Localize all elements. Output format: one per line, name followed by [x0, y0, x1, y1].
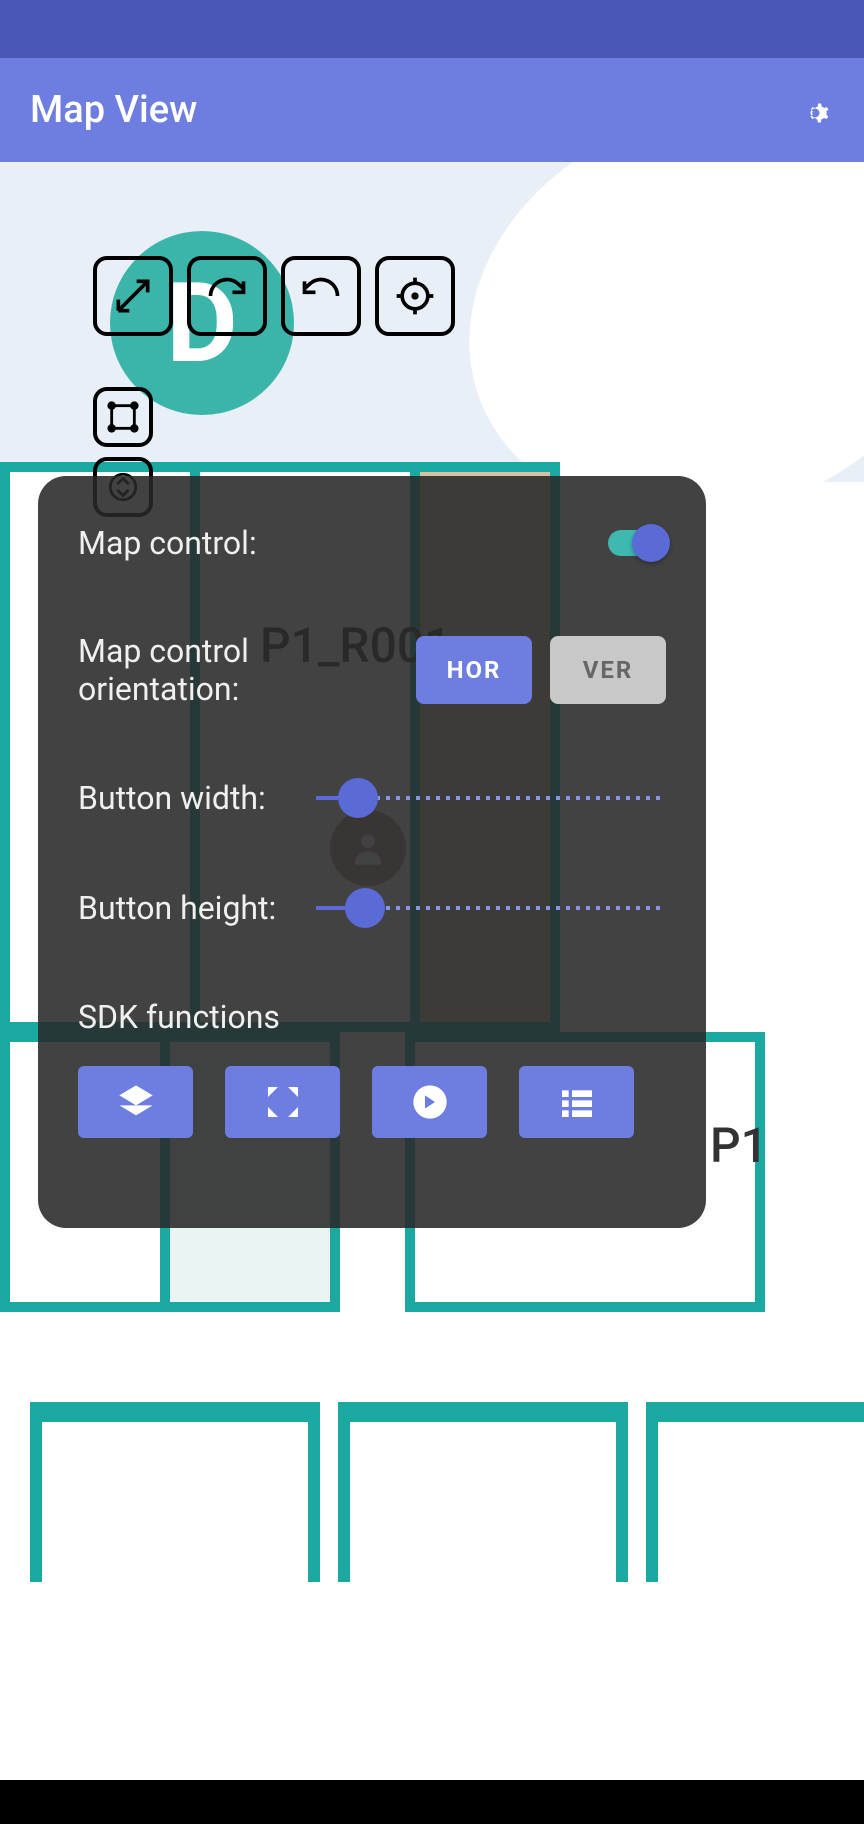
- room-box: [646, 1402, 864, 1582]
- orientation-buttons: HOR VER: [416, 636, 666, 704]
- map-control-toggle[interactable]: [608, 530, 666, 556]
- sdk-forward-button[interactable]: [372, 1066, 487, 1138]
- fullscreen-icon: [263, 1082, 303, 1122]
- nav-bar: [0, 1780, 864, 1824]
- orientation-hor-button[interactable]: HOR: [416, 636, 532, 704]
- map-control-label: Map control:: [78, 524, 257, 562]
- orientation-row: Map control orientation: HOR VER: [78, 632, 666, 708]
- button-height-slider[interactable]: [316, 888, 666, 928]
- room-label: P1: [710, 1117, 768, 1174]
- button-width-slider[interactable]: [316, 778, 666, 818]
- button-height-row: Button height:: [78, 888, 666, 928]
- shape-icon: [106, 400, 140, 434]
- sdk-functions-label: SDK functions: [78, 998, 666, 1036]
- list-icon: [557, 1082, 597, 1122]
- sdk-list-button[interactable]: [519, 1066, 634, 1138]
- center-button[interactable]: [375, 256, 455, 336]
- rotate-cw-icon: [205, 274, 249, 318]
- map-controls-row: [93, 256, 455, 336]
- settings-button[interactable]: [790, 88, 834, 132]
- expand-button[interactable]: [93, 256, 173, 336]
- room-row: [30, 1402, 864, 1582]
- expand-icon: [111, 274, 155, 318]
- gear-icon: [792, 90, 832, 130]
- button-width-label: Button width:: [78, 779, 266, 817]
- slider-thumb[interactable]: [338, 778, 378, 818]
- rotate-cw-button[interactable]: [187, 256, 267, 336]
- sdk-buttons-row: [78, 1066, 666, 1138]
- app-bar: Map View: [0, 58, 864, 162]
- orientation-label: Map control orientation:: [78, 632, 416, 708]
- slider-thumb[interactable]: [345, 888, 385, 928]
- page-title: Map View: [30, 88, 197, 132]
- sdk-fullscreen-button[interactable]: [225, 1066, 340, 1138]
- rotate-ccw-button[interactable]: [281, 256, 361, 336]
- status-bar: [0, 0, 864, 58]
- sdk-layers-button[interactable]: [78, 1066, 193, 1138]
- settings-panel: Map control: Map control orientation: HO…: [38, 476, 706, 1228]
- center-icon: [393, 274, 437, 318]
- forward-icon: [410, 1082, 450, 1122]
- rotate-ccw-icon: [299, 274, 343, 318]
- map-control-row: Map control:: [78, 524, 666, 562]
- room-box: [338, 1402, 628, 1582]
- orientation-ver-button[interactable]: VER: [550, 636, 666, 704]
- button-width-row: Button width:: [78, 778, 666, 818]
- room-box: [30, 1402, 320, 1582]
- button-height-label: Button height:: [78, 889, 276, 927]
- shape-button[interactable]: [93, 387, 153, 447]
- layers-icon: [116, 1082, 156, 1122]
